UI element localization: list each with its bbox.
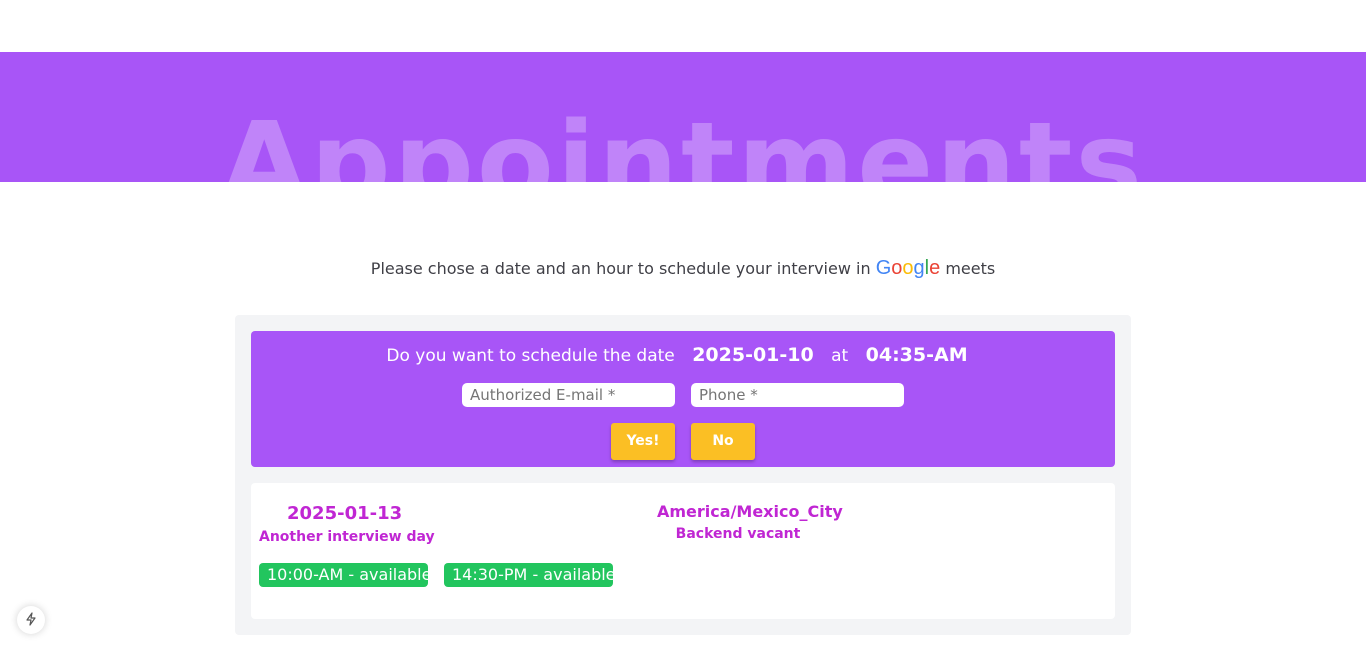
confirm-box: Do you want to schedule the date 2025-01…	[251, 331, 1115, 467]
email-field[interactable]	[462, 383, 675, 407]
selected-date: 2025-01-10	[692, 344, 814, 366]
hero-banner: Appointments	[0, 52, 1366, 182]
intro-text: Please chose a date and an hour to sched…	[0, 257, 1366, 280]
phone-field[interactable]	[691, 383, 904, 407]
time-slot[interactable]: 10:00-AM - available	[259, 563, 432, 587]
appointments-panel: Do you want to schedule the date 2025-01…	[235, 315, 1131, 635]
no-button[interactable]: No	[691, 423, 755, 460]
slot-time: 14:30-PM	[452, 565, 528, 584]
day-description: Another interview day	[259, 529, 435, 545]
timezone-label: America/Mexico_City	[657, 502, 843, 521]
slot-time: 10:00-AM	[267, 565, 344, 584]
intro-after: meets	[945, 259, 996, 278]
google-logo: Google	[875, 257, 941, 279]
confirm-question: Do you want to schedule the date 2025-01…	[251, 344, 1115, 366]
yes-button[interactable]: Yes!	[611, 423, 675, 460]
confirm-question-text: Do you want to schedule the date	[386, 346, 675, 366]
day-date: 2025-01-13	[287, 503, 403, 524]
page-title: Appointments	[220, 99, 1146, 182]
day-card: 2025-01-13 Another interview day America…	[251, 483, 1115, 619]
devtools-button[interactable]	[17, 606, 45, 634]
bolt-icon	[24, 611, 38, 630]
confirm-at: at	[831, 346, 849, 366]
vacancy-label: Backend vacant	[675, 526, 801, 542]
slot-status: - available	[532, 565, 616, 584]
slot-status: - available	[348, 565, 432, 584]
selected-time: 04:35-AM	[865, 344, 968, 366]
time-slot[interactable]: 14:30-PM - available	[444, 563, 616, 587]
intro-before: Please chose a date and an hour to sched…	[370, 259, 871, 278]
